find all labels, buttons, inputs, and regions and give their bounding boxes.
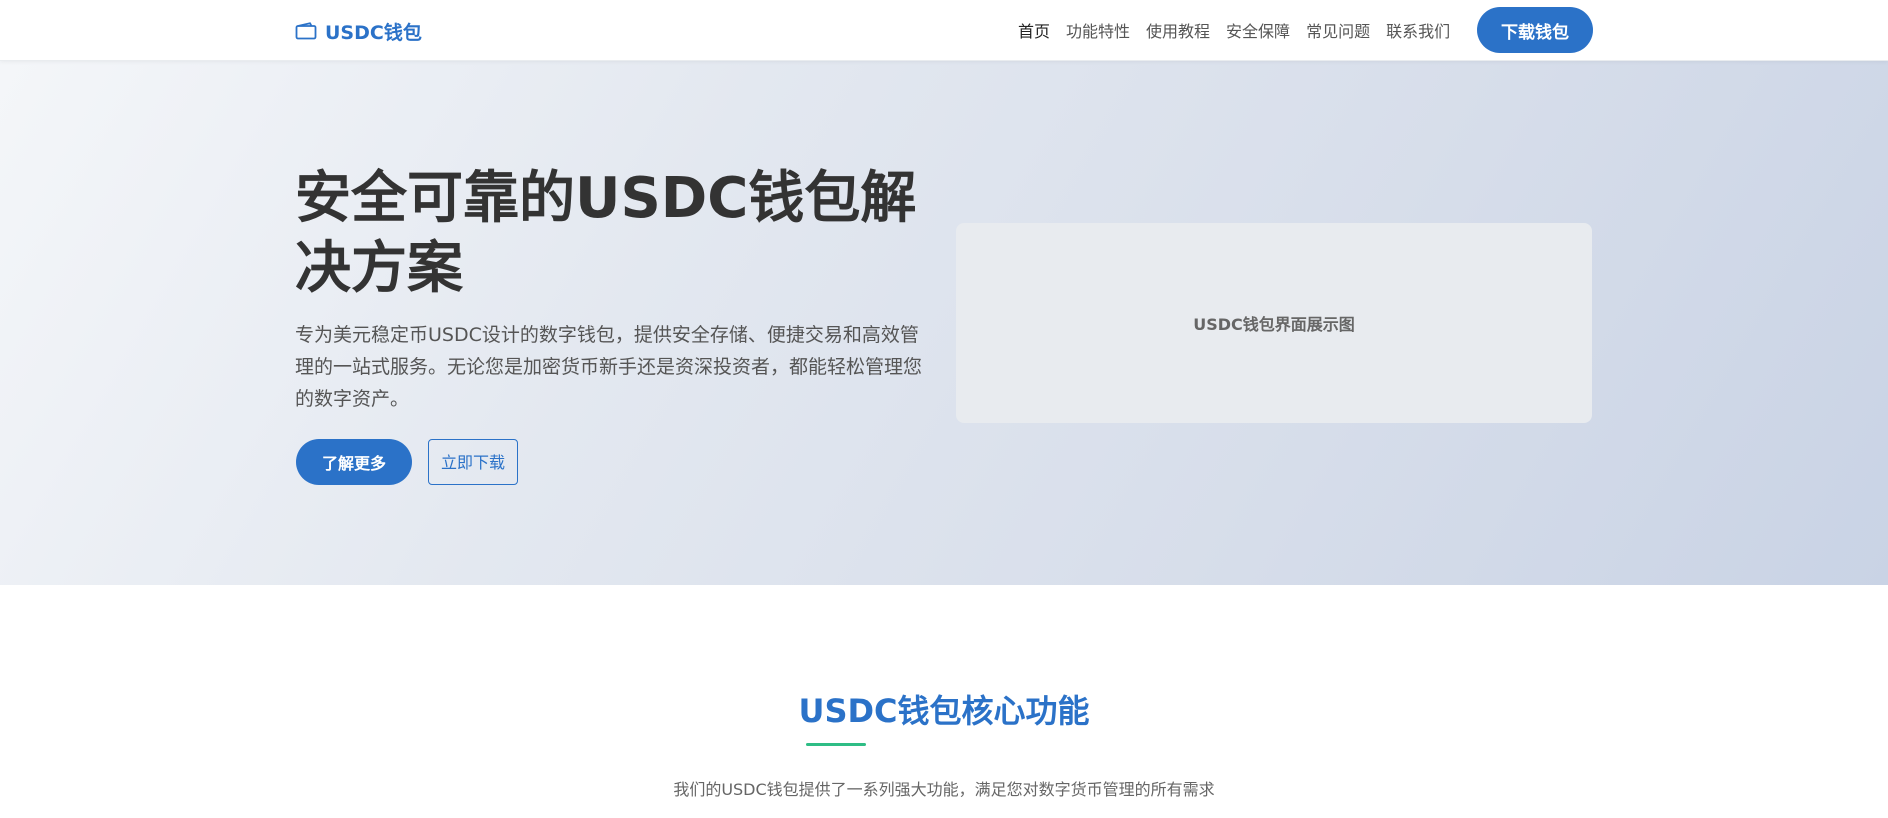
wallet-icon [295, 22, 317, 40]
mockup-label: USDC钱包界面展示图 [1193, 315, 1355, 334]
hero-description: 专为美元稳定币USDC设计的数字钱包，提供安全存储、便捷交易和高效管理的一站式服… [295, 324, 923, 410]
features-title: USDC钱包核心功能 [798, 692, 1090, 730]
wallet-screenshot-placeholder: USDC钱包界面展示图 [956, 223, 1592, 423]
learn-more-button[interactable]: 了解更多 [296, 439, 412, 485]
logo[interactable]: USDC钱包 [295, 17, 422, 45]
nav-item-contact[interactable]: 联系我们 [1386, 18, 1450, 42]
nav-item-faq[interactable]: 常见问题 [1306, 18, 1370, 42]
site-header: USDC钱包 首页 功能特性 使用教程 安全保障 常见问题 联系我们 下载钱包 [0, 0, 1888, 61]
title-underline [806, 743, 866, 746]
download-wallet-button[interactable]: 下载钱包 [1477, 7, 1593, 53]
main-nav: 首页 功能特性 使用教程 安全保障 常见问题 联系我们 [1018, 18, 1450, 42]
nav-item-features[interactable]: 功能特性 [1066, 18, 1130, 42]
features-subtitle: 我们的USDC钱包提供了一系列强大功能，满足您对数字货币管理的所有需求 [673, 780, 1215, 799]
nav-item-tutorial[interactable]: 使用教程 [1146, 18, 1210, 42]
nav-item-security[interactable]: 安全保障 [1226, 18, 1290, 42]
logo-text: USDC钱包 [325, 21, 422, 44]
nav-item-home[interactable]: 首页 [1018, 18, 1050, 42]
hero-section: 安全可靠的USDC钱包解决方案 专为美元稳定币USDC设计的数字钱包，提供安全存… [0, 61, 1888, 585]
download-now-button[interactable]: 立即下载 [428, 439, 518, 485]
hero-title: 安全可靠的USDC钱包解决方案 [295, 166, 917, 301]
features-section: USDC钱包核心功能 我们的USDC钱包提供了一系列强大功能，满足您对数字货币管… [0, 585, 1888, 818]
